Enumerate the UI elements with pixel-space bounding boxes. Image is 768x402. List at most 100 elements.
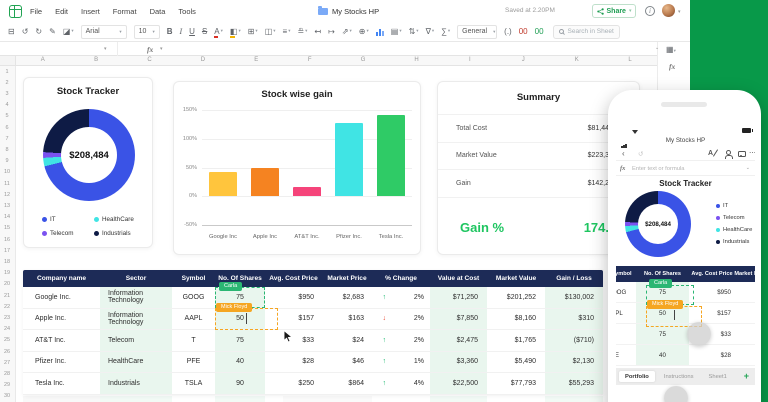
row-header-2[interactable]: 2 xyxy=(0,80,14,86)
increase-indent-icon[interactable]: ↦ xyxy=(328,28,335,36)
cell-shares[interactable]: 75 xyxy=(215,330,265,352)
row-header-13[interactable]: 13 xyxy=(0,203,14,209)
text-color-button[interactable]: A▾ xyxy=(214,28,223,36)
sort-button[interactable]: ⇅▾ xyxy=(409,28,419,36)
column-header-B[interactable]: B xyxy=(69,57,122,63)
row-header-9[interactable]: 9 xyxy=(0,158,14,164)
menu-edit[interactable]: Edit xyxy=(55,7,68,16)
cell-change[interactable]: ↑1% xyxy=(372,352,430,374)
menu-tools[interactable]: Tools xyxy=(178,7,196,16)
vertical-align-button[interactable]: ≞▾ xyxy=(297,28,307,36)
cell-change[interactable]: ↑4% xyxy=(372,373,430,395)
link-button[interactable]: ⊕▾ xyxy=(359,28,369,36)
clear-icon[interactable]: ◪▾ xyxy=(63,28,74,36)
cell-value_at_cost[interactable]: $71,250 xyxy=(430,287,487,309)
underline-button[interactable]: U xyxy=(189,28,195,36)
menu-file[interactable]: File xyxy=(30,7,42,16)
cell-company[interactable]: Pfizer Inc. xyxy=(23,352,100,374)
row-header-10[interactable]: 10 xyxy=(0,169,14,175)
cell-company[interactable]: Tesla Inc. xyxy=(23,373,100,395)
cell-market_value[interactable]: $201,252 xyxy=(487,287,545,309)
cell-change[interactable]: ↑2% xyxy=(372,287,430,309)
cell-change[interactable]: ↑2% xyxy=(372,330,430,352)
decrease-decimal-icon[interactable]: 00 xyxy=(519,28,528,36)
cell-market_price[interactable]: $163 xyxy=(322,309,372,331)
sum-button[interactable]: ∑▾ xyxy=(441,28,450,36)
row-header-30[interactable]: 30 xyxy=(0,393,14,399)
row-header-21[interactable]: 21 xyxy=(0,293,14,299)
column-header-I[interactable]: I xyxy=(443,57,496,63)
sheet-search-input[interactable]: Search in Sheet xyxy=(553,25,620,39)
cell-market_value[interactable]: $1,765 xyxy=(487,330,545,352)
row-header-19[interactable]: 19 xyxy=(0,270,14,276)
row-header-4[interactable]: 4 xyxy=(0,102,14,108)
column-header-D[interactable]: D xyxy=(176,57,229,63)
grid-corner[interactable] xyxy=(0,56,16,66)
font-size-select[interactable]: 10▾ xyxy=(134,25,160,39)
cell-market_value[interactable]: $5,490 xyxy=(487,352,545,374)
cell-name-box[interactable] xyxy=(0,42,118,56)
fill-color-button[interactable]: ◧▾ xyxy=(230,28,241,36)
font-family-select[interactable]: Arial▾ xyxy=(81,25,127,39)
menu-format[interactable]: Format xyxy=(113,7,137,16)
cell-value_at_cost[interactable]: $3,360 xyxy=(430,352,487,374)
row-header-5[interactable]: 5 xyxy=(0,113,14,119)
cell-view-icon[interactable]: ▦▾ xyxy=(666,45,676,54)
cell-market_value[interactable]: $77,793 xyxy=(487,373,545,395)
cell-shares[interactable]: 40 xyxy=(215,352,265,374)
portfolio-table[interactable]: Company nameSectorSymbolNo. Of SharesAvg… xyxy=(23,270,603,395)
row-header-20[interactable]: 20 xyxy=(0,281,14,287)
cell-company[interactable]: Google Inc. xyxy=(23,287,100,309)
comma-format-button[interactable]: (.) xyxy=(504,28,512,36)
cell-gain_loss[interactable]: $55,293 xyxy=(545,373,603,395)
document-title[interactable]: My Stocks HP xyxy=(332,7,379,16)
strikethrough-button[interactable]: S xyxy=(202,28,207,36)
row-header-22[interactable]: 22 xyxy=(0,304,14,310)
cell-gain_loss[interactable]: ($710) xyxy=(545,330,603,352)
cell-sector[interactable]: HealthCare xyxy=(100,352,172,374)
cell-sector[interactable]: Information Technology xyxy=(100,309,172,331)
insert-image-button[interactable]: ▤▾ xyxy=(391,28,402,36)
cell-avg_cost[interactable]: $28 xyxy=(265,352,322,374)
cell-avg_cost[interactable]: $950 xyxy=(265,287,322,309)
row-header-6[interactable]: 6 xyxy=(0,125,14,131)
column-header-H[interactable]: H xyxy=(390,57,443,63)
cell-market_price[interactable]: $2,683 xyxy=(322,287,372,309)
borders-button[interactable]: ⊞▾ xyxy=(248,28,258,36)
row-header-12[interactable]: 12 xyxy=(0,192,14,198)
row-header-28[interactable]: 28 xyxy=(0,371,14,377)
cell-company[interactable]: Apple Inc. xyxy=(23,309,100,331)
column-header-G[interactable]: G xyxy=(336,57,389,63)
bold-button[interactable]: B xyxy=(167,28,173,36)
column-header-L[interactable]: L xyxy=(603,57,656,63)
table-row[interactable]: Apple Inc.Information TechnologyAAPL50$1… xyxy=(23,309,603,331)
table-row[interactable]: Google Inc.Information TechnologyGOOG75$… xyxy=(23,287,603,309)
number-format-select[interactable]: General▾ xyxy=(457,25,497,39)
column-header-K[interactable]: K xyxy=(550,57,603,63)
menu-insert[interactable]: Insert xyxy=(81,7,100,16)
cell-value_at_cost[interactable]: $7,850 xyxy=(430,309,487,331)
decrease-indent-icon[interactable]: ↤ xyxy=(314,28,321,36)
insert-chart-button[interactable] xyxy=(376,28,384,36)
italic-button[interactable]: I xyxy=(179,28,182,36)
row-header-23[interactable]: 23 xyxy=(0,315,14,321)
cell-company[interactable]: AT&T Inc. xyxy=(23,330,100,352)
row-header-17[interactable]: 17 xyxy=(0,248,14,254)
row-header-3[interactable]: 3 xyxy=(0,91,14,97)
row-headers[interactable]: 1234567891011121314151617181920212223242… xyxy=(0,66,16,402)
merge-cells-button[interactable]: ◫▾ xyxy=(265,28,276,36)
cell-symbol[interactable]: T xyxy=(172,330,215,352)
cell-gain_loss[interactable]: $310 xyxy=(545,309,603,331)
cell-value_at_cost[interactable]: $22,500 xyxy=(430,373,487,395)
share-button[interactable]: Share▾ xyxy=(592,4,636,18)
column-header-F[interactable]: F xyxy=(283,57,336,63)
cell-shares[interactable]: 90 xyxy=(215,373,265,395)
menu-data[interactable]: Data xyxy=(150,7,166,16)
stock-gain-chart-card[interactable]: Stock wise gain 150%100%50%0%-50%Google … xyxy=(173,81,421,255)
redo-icon[interactable]: ↻ xyxy=(35,28,42,36)
text-rotate-button[interactable]: ⇗▾ xyxy=(342,28,352,36)
row-header-14[interactable]: 14 xyxy=(0,214,14,220)
table-row[interactable]: Tesla Inc.IndustrialsTSLA90$250$864↑4%$2… xyxy=(23,373,603,395)
collapse-formula-icon[interactable]: ⌄ xyxy=(655,45,659,51)
row-header-24[interactable]: 24 xyxy=(0,326,14,332)
